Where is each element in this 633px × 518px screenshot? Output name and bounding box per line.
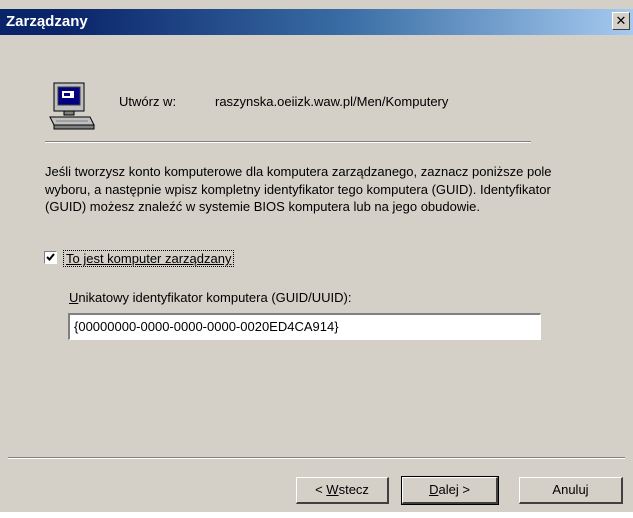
back-mnemonic: W bbox=[326, 482, 339, 497]
guid-label-text: nikatowy identyfikator komputera (GUID/U… bbox=[78, 290, 352, 305]
guid-input[interactable]: {00000000-0000-0000-0000-0020ED4CA914} bbox=[68, 313, 541, 340]
wizard-dialog: Zarządzany ✕ Utwórz w: raszynska.oeiizk.… bbox=[0, 0, 633, 512]
title-bar[interactable]: Zarządzany ✕ bbox=[0, 9, 633, 35]
back-button[interactable]: < Wstecz bbox=[296, 477, 389, 504]
guid-label: Unikatowy identyfikator komputera (GUID/… bbox=[69, 290, 351, 305]
back-text: stecz bbox=[338, 482, 369, 497]
cancel-button[interactable]: Anuluj bbox=[519, 477, 623, 504]
computer-icon bbox=[49, 82, 95, 130]
create-in-label: Utwórz w: bbox=[119, 94, 177, 109]
check-icon bbox=[46, 253, 55, 261]
next-text: alej > bbox=[438, 482, 470, 497]
create-in-path: raszynska.oeiizk.waw.pl/Men/Komputery bbox=[215, 94, 449, 109]
close-button[interactable]: ✕ bbox=[612, 12, 630, 30]
header-separator bbox=[45, 141, 531, 143]
footer-separator bbox=[8, 457, 625, 459]
back-prefix: < bbox=[315, 482, 327, 497]
window-title: Zarządzany bbox=[6, 13, 88, 30]
close-icon: ✕ bbox=[615, 13, 627, 28]
managed-checkbox-label[interactable]: To jest komputer zarządzany bbox=[63, 250, 235, 267]
description-text: Jeśli tworzysz konto komputerowe dla kom… bbox=[45, 164, 552, 214]
managed-checkbox[interactable] bbox=[44, 251, 57, 264]
next-button[interactable]: Dalej > bbox=[401, 476, 499, 505]
guid-label-mnemonic: U bbox=[69, 290, 79, 305]
